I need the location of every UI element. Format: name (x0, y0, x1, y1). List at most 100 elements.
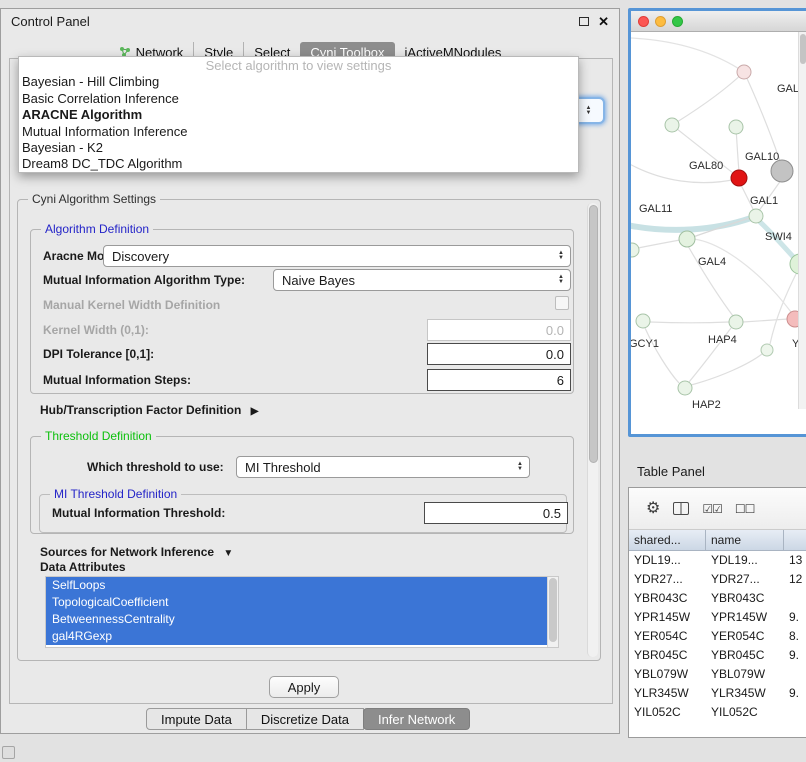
column-header-shared[interactable]: shared... (629, 530, 706, 550)
threshold-definition-title: Threshold Definition (41, 429, 156, 443)
aracne-mode-combobox[interactable]: Discovery ▲▼ (103, 245, 571, 267)
mi-threshold-field[interactable]: 0.5 (424, 502, 568, 524)
algorithm-option-bayesian-hill-climbing[interactable]: Bayesian - Hill Climbing (19, 74, 578, 90)
network-edge[interactable] (638, 240, 680, 248)
network-scrollbar[interactable] (798, 32, 806, 409)
sources-section-toggle[interactable]: Sources for Network Inference ▼ (40, 545, 233, 559)
algorithm-definition-title: Algorithm Definition (41, 222, 153, 236)
tab-discretize-data[interactable]: Discretize Data (246, 708, 364, 730)
close-icon[interactable]: ✕ (598, 15, 609, 28)
mi-steps-value: 6 (557, 373, 564, 388)
network-edge[interactable] (650, 322, 729, 323)
mi-algorithm-type-combobox[interactable]: Naive Bayes ▲▼ (273, 269, 571, 291)
zoom-traffic-light-icon[interactable] (672, 16, 683, 27)
network-edge[interactable] (770, 272, 797, 344)
close-traffic-light-icon[interactable] (638, 16, 649, 27)
apply-button[interactable]: Apply (269, 676, 339, 698)
table-row[interactable]: YER054CYER054C8. (629, 627, 806, 646)
attribute-item-selfloops[interactable]: SelfLoops (46, 577, 549, 594)
tab-impute-data[interactable]: Impute Data (146, 708, 247, 730)
table-row[interactable]: YBL079WYBL079W (629, 665, 806, 684)
network-node[interactable] (679, 231, 695, 247)
table-row[interactable]: YDL19...YDL19...13 (629, 551, 806, 570)
table-row[interactable]: YBR045CYBR045C9. (629, 646, 806, 665)
network-node[interactable] (678, 381, 692, 395)
table-cell: 8. (784, 627, 806, 646)
network-node[interactable] (761, 344, 773, 356)
table-header-row: shared...name (629, 530, 806, 551)
table-row[interactable]: YLR345WYLR345W9. (629, 684, 806, 703)
network-node[interactable] (665, 118, 679, 132)
table-row[interactable]: YIL052CYIL052C (629, 703, 806, 722)
network-edge[interactable] (645, 328, 679, 383)
kernel-width-field[interactable]: 0.0 (427, 319, 571, 341)
algorithm-option-bayesian-k2[interactable]: Bayesian - K2 (19, 140, 578, 156)
table-cell: YER054C (706, 627, 784, 646)
mi-algorithm-type-value: Naive Bayes (282, 273, 355, 288)
attribute-item-gal4rgexp[interactable]: gal4RGexp (46, 628, 549, 645)
deselect-all-icon[interactable]: ☐☐ (735, 502, 755, 516)
tab-infer-network[interactable]: Infer Network (363, 708, 470, 730)
algorithm-dropdown-list: Select algorithm to view settings Bayesi… (18, 56, 579, 173)
network-node[interactable] (737, 65, 751, 79)
sources-section-label: Sources for Network Inference (40, 545, 214, 559)
hub-section-toggle[interactable]: Hub/Transcription Factor Definition ▶ (40, 403, 258, 417)
node-label: GAL10 (745, 151, 779, 163)
columns-icon[interactable] (673, 502, 689, 515)
table-cell: YIL052C (706, 703, 784, 722)
data-attributes-list[interactable]: SelfLoopsTopologicalCoefficientBetweenne… (45, 576, 559, 648)
table-row[interactable]: YDR27...YDR27...12 (629, 570, 806, 589)
select-all-icon[interactable]: ☑☑ (702, 502, 722, 516)
mi-steps-field[interactable]: 6 (427, 369, 571, 391)
attribute-item-betweennesscentrality[interactable]: BetweennessCentrality (46, 611, 549, 628)
which-threshold-combobox[interactable]: MI Threshold ▲▼ (236, 456, 530, 478)
table-toolbar: ⚙ ☑☑ ☐☐ (629, 488, 806, 530)
network-node[interactable] (636, 314, 650, 328)
network-edge[interactable] (677, 72, 744, 122)
scrollbar-thumb[interactable] (549, 578, 557, 642)
network-canvas[interactable]: GALGAL80GAL10GAL11GAL1SWI4GAL4GCY1HAP4YH… (631, 32, 806, 409)
table-cell: YBL079W (706, 665, 784, 684)
network-node[interactable] (729, 315, 743, 329)
column-header-partial[interactable] (784, 530, 806, 550)
manual-kernel-width-checkbox[interactable] (555, 296, 569, 310)
mi-algorithm-type-label: Mutual Information Algorithm Type: (43, 273, 245, 287)
scrollbar-thumb[interactable] (800, 34, 806, 64)
float-window-icon[interactable] (579, 17, 589, 26)
node-label: GAL11 (639, 203, 672, 215)
algorithm-definition-group: Algorithm Definition Aracne Mode: Discov… (30, 229, 574, 394)
table-panel-title: Table Panel (637, 464, 705, 479)
algorithm-option-aracne-algorithm[interactable]: ARACNE Algorithm (19, 107, 578, 123)
mi-steps-label: Mutual Information Steps: (43, 373, 191, 387)
dpi-tolerance-field[interactable]: 0.0 (427, 343, 571, 365)
settings-scrollbar[interactable] (587, 203, 598, 657)
table-cell: 13 (784, 551, 806, 570)
network-node[interactable] (631, 243, 639, 257)
collapsed-panel-grip[interactable] (2, 746, 15, 759)
network-node[interactable] (771, 160, 793, 182)
network-node[interactable] (731, 170, 747, 186)
gear-icon[interactable]: ⚙ (646, 501, 660, 517)
network-node[interactable] (749, 209, 763, 223)
attribute-item-topologicalcoefficient[interactable]: TopologicalCoefficient (46, 594, 549, 611)
network-edge[interactable] (743, 319, 788, 322)
table-row[interactable]: YPR145WYPR145W9. (629, 608, 806, 627)
table-cell: YDR27... (629, 570, 706, 589)
scrollbar-thumb[interactable] (589, 205, 598, 463)
network-node[interactable] (729, 120, 743, 134)
collapsed-arrow-icon: ▶ (251, 406, 259, 417)
table-panel-window: ⚙ ☑☑ ☐☐ shared...name YDL19...YDL19...13… (628, 487, 806, 738)
which-threshold-label: Which threshold to use: (87, 460, 224, 474)
algorithm-option-dream8-dc-tdc-algorithm[interactable]: Dream8 DC_TDC Algorithm (19, 156, 578, 172)
network-edge[interactable] (691, 354, 762, 385)
network-edge[interactable] (631, 38, 744, 72)
control-panel-window: Control Panel ✕ NetworkStyleSelectCyni T… (0, 8, 620, 734)
attributes-scrollbar[interactable] (547, 577, 558, 647)
algorithm-option-basic-correlation-inference[interactable]: Basic Correlation Inference (19, 91, 578, 107)
network-edge[interactable] (693, 239, 791, 312)
algorithm-option-mutual-information-inference[interactable]: Mutual Information Inference (19, 124, 578, 140)
column-header-name[interactable]: name (706, 530, 784, 550)
network-window-titlebar[interactable] (631, 11, 806, 32)
minimize-traffic-light-icon[interactable] (655, 16, 666, 27)
table-row[interactable]: YBR043CYBR043C (629, 589, 806, 608)
